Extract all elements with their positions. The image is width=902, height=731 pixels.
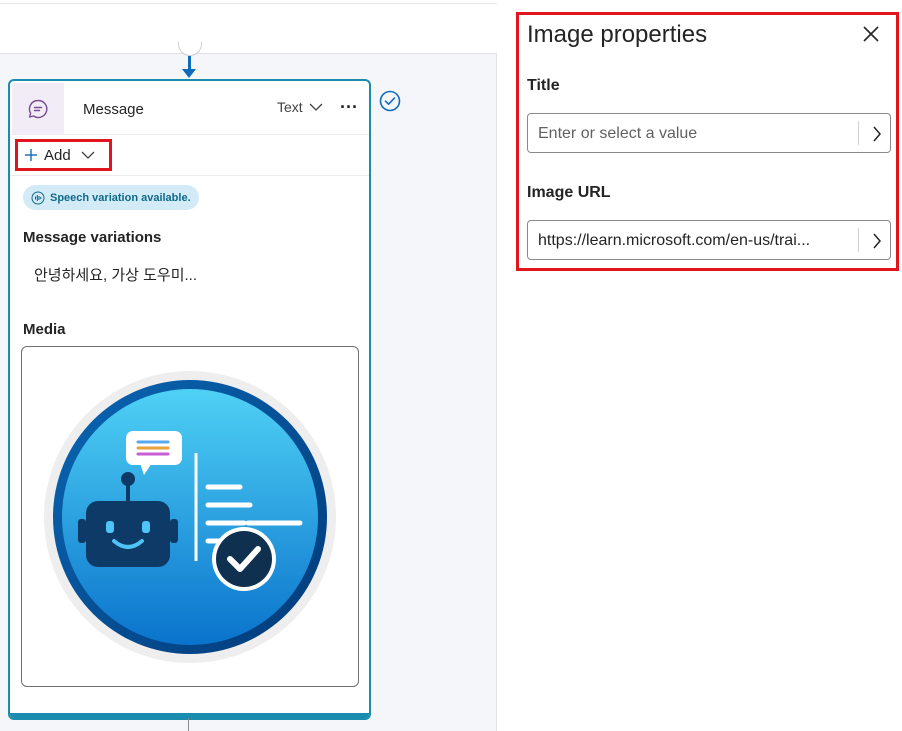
message-icon: [12, 83, 64, 135]
field-divider: [858, 228, 859, 252]
field-divider: [858, 121, 859, 145]
message-variation-text[interactable]: 안녕하세요, 가상 도우미...: [34, 264, 197, 285]
more-options-button[interactable]: ···: [340, 97, 358, 118]
speech-variation-badge: Speech variation available.: [23, 185, 199, 210]
close-icon[interactable]: [861, 24, 881, 44]
message-variations-label: Message variations: [23, 229, 162, 246]
add-toolbar: Add: [10, 135, 369, 176]
media-label: Media: [23, 321, 66, 338]
message-node-title: Message: [83, 101, 144, 118]
speech-badge-text: Speech variation available.: [50, 191, 191, 204]
message-type-dropdown[interactable]: Text: [277, 99, 323, 115]
chevron-right-icon[interactable]: [872, 126, 882, 142]
panel-title: Image properties: [527, 21, 708, 48]
card-bottom-bar: [10, 713, 369, 718]
title-field-placeholder: Enter or select a value: [538, 125, 698, 142]
message-node-card[interactable]: Message Text ··· Add Speech variation av…: [8, 79, 371, 720]
message-node-header: Message Text ···: [10, 81, 369, 135]
add-button[interactable]: Add: [15, 139, 112, 171]
image-url-label: Image URL: [527, 184, 611, 201]
image-url-value: https://learn.microsoft.com/en-us/trai..…: [538, 232, 811, 249]
chevron-down-icon: [81, 151, 95, 159]
chevron-right-icon[interactable]: [872, 233, 882, 249]
connector-arrow-icon: [182, 69, 196, 78]
plus-icon: [25, 149, 37, 161]
title-field[interactable]: Enter or select a value: [527, 113, 891, 153]
divider: [0, 3, 497, 4]
speech-icon: [31, 191, 45, 204]
canvas-top-area: [0, 0, 497, 54]
add-button-label: Add: [44, 146, 71, 164]
title-field-label: Title: [527, 77, 560, 94]
check-circle-icon[interactable]: [379, 90, 401, 112]
bot-illustration: [44, 370, 336, 663]
message-type-label: Text: [277, 99, 303, 115]
chevron-down-icon: [309, 103, 323, 111]
image-url-field[interactable]: https://learn.microsoft.com/en-us/trai..…: [527, 220, 891, 260]
authoring-canvas: Message Text ··· Add Speech variation av…: [0, 0, 497, 731]
connector-line-bottom: [188, 718, 189, 731]
media-preview[interactable]: [21, 346, 359, 687]
